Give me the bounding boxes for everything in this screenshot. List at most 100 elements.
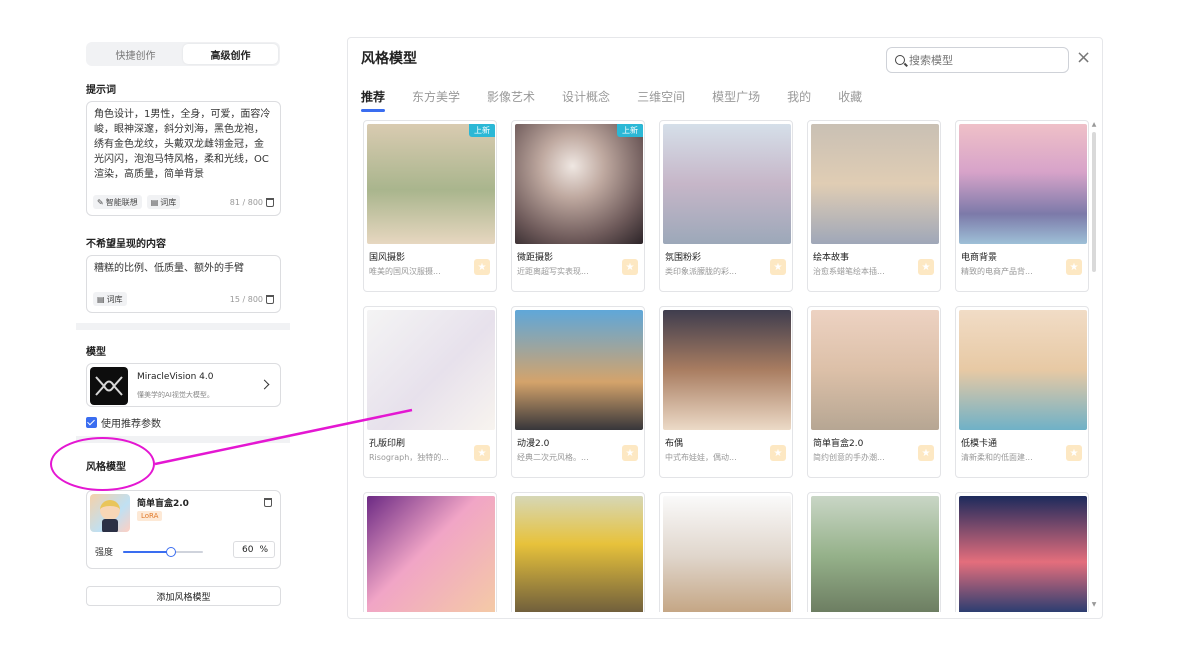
- modal-title: 风格模型: [361, 51, 417, 67]
- tab-category-5[interactable]: 模型广场: [712, 88, 760, 110]
- star-icon[interactable]: ★: [474, 259, 490, 275]
- style-card-image: [367, 496, 495, 612]
- word-library-button[interactable]: ▤ 词库: [146, 195, 181, 209]
- style-card[interactable]: [511, 492, 645, 612]
- negative-counter: 15 / 800: [230, 294, 274, 304]
- tab-category-1[interactable]: 东方美学: [412, 88, 460, 110]
- prompt-footer: ✎ 智能联想 ▤ 词库 81 / 800: [93, 194, 274, 210]
- trash-icon[interactable]: [266, 294, 274, 304]
- prompt-label: 提示词: [86, 85, 116, 96]
- style-card-name: 动漫2.0: [517, 439, 550, 449]
- mode-tabs: 快捷创作 高级创作: [86, 42, 280, 66]
- style-card-image: [811, 124, 939, 244]
- style-card[interactable]: 低模卡通清新柔和的低面建... ★: [955, 306, 1089, 478]
- section-divider: [76, 323, 290, 330]
- add-style-model-button[interactable]: 添加风格模型: [86, 586, 281, 606]
- strength-input[interactable]: 60 %: [233, 541, 275, 558]
- style-card[interactable]: [659, 492, 793, 612]
- trash-icon[interactable]: [264, 498, 272, 507]
- style-card[interactable]: 电商背景 精致的电商产品背... ★: [955, 120, 1089, 292]
- style-model-thumbnail: [90, 494, 130, 532]
- star-icon[interactable]: ★: [918, 445, 934, 461]
- style-card-desc: 治愈系蜡笔绘本插...: [813, 267, 885, 276]
- star-icon[interactable]: ★: [770, 259, 786, 275]
- tab-advanced-create[interactable]: 高级创作: [183, 44, 278, 64]
- style-card[interactable]: [955, 492, 1089, 612]
- style-card-image: [959, 496, 1087, 612]
- grid-scrollbar[interactable]: ▲ ▼: [1091, 120, 1097, 610]
- style-card[interactable]: 简单盲盒2.0 简约创意的手办潮... ★: [807, 306, 941, 478]
- negative-word-library-button[interactable]: ▤ 词库: [93, 292, 127, 306]
- new-badge: 上新: [469, 124, 495, 137]
- category-tabs: 推荐 东方美学 影像艺术 设计概念 三维空间 模型广场 我的 收藏: [361, 88, 889, 112]
- star-icon[interactable]: ★: [1066, 259, 1082, 275]
- style-grid: 上新 国风摄影 唯美的国风汉服摄... ★ 上新 微距摄影 近距离超写实表现... ★ 氛围粉彩…: [361, 120, 1089, 612]
- tab-category-6[interactable]: 我的: [787, 88, 811, 110]
- model-selector[interactable]: MiracleVision 4.0 懂美学的AI视觉大模型。: [86, 363, 281, 407]
- model-label: 模型: [86, 347, 106, 358]
- strength-unit: %: [259, 544, 268, 555]
- negative-label: 不希望呈现的内容: [86, 239, 166, 250]
- app-root: 快捷创作 高级创作 提示词 角色设计，1男性，全身，可爱，面容冷峻，眼神深邃，斜…: [0, 0, 1185, 650]
- style-card-desc: 近距离超写实表现...: [517, 267, 589, 276]
- style-card-desc: 唯美的国风汉服摄...: [369, 267, 441, 276]
- recommend-params-label: 使用推荐参数: [101, 419, 161, 430]
- prompt-textarea[interactable]: 角色设计，1男性，全身，可爱，面容冷峻，眼神深邃，斜分刘海，黑色龙袍，绣有金色龙…: [86, 101, 281, 216]
- style-card-desc: 清新柔和的低面建...: [961, 453, 1033, 462]
- style-card[interactable]: 绘本故事 治愈系蜡笔绘本插... ★: [807, 120, 941, 292]
- style-card-desc: 类印象派朦胧的彩...: [665, 267, 737, 276]
- style-card[interactable]: 动漫2.0 经典二次元风格。... ★: [511, 306, 645, 478]
- style-card-name: 布偶: [665, 439, 684, 449]
- left-panel: 快捷创作 高级创作 提示词 角色设计，1男性，全身，可爱，面容冷峻，眼神深邃，斜…: [76, 38, 290, 618]
- negative-textarea[interactable]: 糟糕的比例、低质量、额外的手臂 ▤ 词库 15 / 800: [86, 255, 281, 313]
- recommend-params-checkbox[interactable]: [86, 417, 97, 428]
- style-card[interactable]: [363, 492, 497, 612]
- close-icon[interactable]: ×: [1076, 47, 1091, 68]
- prompt-counter-text: 81 / 800: [229, 197, 263, 207]
- scroll-up-icon[interactable]: ▲: [1091, 122, 1097, 128]
- search-input[interactable]: [909, 53, 1049, 67]
- style-card[interactable]: [807, 492, 941, 612]
- tab-category-4[interactable]: 三维空间: [637, 88, 685, 110]
- star-icon[interactable]: ★: [1066, 445, 1082, 461]
- tab-category-2[interactable]: 影像艺术: [487, 88, 535, 110]
- tab-category-3[interactable]: 设计概念: [562, 88, 610, 110]
- recommend-params-row[interactable]: 使用推荐参数: [86, 415, 161, 430]
- star-icon[interactable]: ★: [622, 445, 638, 461]
- style-card-name: 微距摄影: [517, 253, 554, 263]
- model-desc: 懂美学的AI视觉大模型。: [137, 391, 214, 399]
- trash-icon[interactable]: [266, 197, 274, 207]
- search-box[interactable]: [886, 47, 1069, 73]
- style-card[interactable]: 孔版印刷 Risograph，独特的... ★: [363, 306, 497, 478]
- style-card[interactable]: 上新微距摄影近距离超写实表现... ★: [511, 120, 645, 292]
- style-card[interactable]: 上新 国风摄影 唯美的国风汉服摄... ★: [363, 120, 497, 292]
- scroll-down-icon[interactable]: ▼: [1091, 602, 1097, 608]
- style-card[interactable]: 布偶中式布娃娃，偶动... ★: [659, 306, 793, 478]
- chevron-right-icon: [259, 379, 270, 390]
- style-card-image: 上新: [367, 124, 495, 244]
- star-icon[interactable]: ★: [622, 259, 638, 275]
- new-badge: 上新: [617, 124, 643, 137]
- style-card-name: 氛围粉彩: [665, 253, 702, 263]
- style-card-desc: 中式布娃娃，偶动...: [665, 453, 737, 462]
- style-card-image: [663, 310, 791, 430]
- scroll-thumb[interactable]: [1092, 132, 1096, 272]
- tab-category-0[interactable]: 推荐: [361, 88, 386, 112]
- star-icon[interactable]: ★: [770, 445, 786, 461]
- style-card-name: 低模卡通: [961, 439, 998, 449]
- star-icon[interactable]: ★: [474, 445, 490, 461]
- style-card-image: [663, 496, 791, 612]
- smart-assoc-label: 智能联想: [105, 197, 138, 207]
- strength-slider[interactable]: [123, 547, 203, 557]
- star-icon[interactable]: ★: [918, 259, 934, 275]
- style-card[interactable]: 氛围粉彩类印象派朦胧的彩... ★: [659, 120, 793, 292]
- negative-text[interactable]: 糟糕的比例、低质量、额外的手臂: [87, 256, 280, 276]
- tab-quick-create[interactable]: 快捷创作: [88, 44, 183, 64]
- tab-category-7[interactable]: 收藏: [838, 88, 862, 110]
- style-card-image: [811, 496, 939, 612]
- prompt-text[interactable]: 角色设计，1男性，全身，可爱，面容冷峻，眼神深邃，斜分刘海，黑色龙袍，绣有金色龙…: [87, 102, 280, 182]
- smart-assoc-button[interactable]: ✎ 智能联想: [93, 195, 142, 209]
- strength-slider-knob[interactable]: [166, 547, 176, 557]
- tag-icon: ✎: [97, 197, 104, 207]
- style-card-desc: 精致的电商产品背...: [961, 267, 1033, 276]
